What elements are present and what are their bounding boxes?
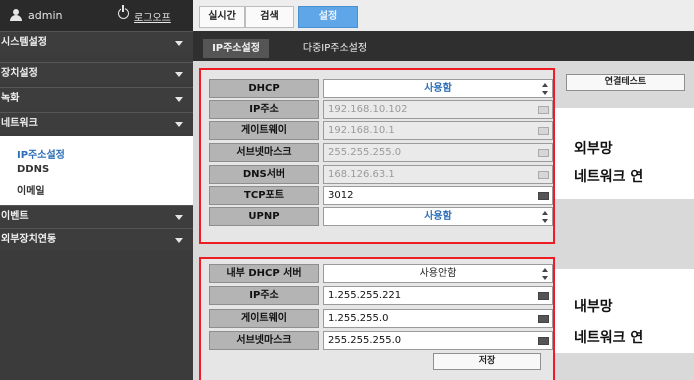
select-value: 사용함 (424, 83, 452, 94)
settings-content: DHCP 사용함 IP주소 192.168.10.102 게이트웨이 192.1… (193, 61, 694, 380)
field-value: 255.255.255.0 (328, 335, 402, 346)
sidebar-item-label: 이벤트 (1, 211, 29, 222)
external-network-panel: DHCP 사용함 IP주소 192.168.10.102 게이트웨이 192.1… (199, 68, 555, 244)
sidebar-item-event[interactable]: 이벤트 (0, 205, 193, 227)
field-label: 내부 DHCP 서버 (209, 264, 319, 283)
internal-gateway-field[interactable]: 1.255.255.0 (323, 309, 553, 328)
sidebar-item-network[interactable]: 네트워크 (0, 112, 193, 134)
chevron-down-icon (175, 72, 183, 77)
keyboard-icon[interactable] (538, 149, 549, 157)
keyboard-icon[interactable] (538, 171, 549, 179)
field-label: DHCP (209, 79, 319, 98)
sub-tab-bar: IP주소설정 다중IP주소설정 (193, 31, 694, 61)
field-value: 1.255.255.0 (328, 313, 389, 324)
sidebar-item-label: 시스템설정 (1, 37, 47, 48)
power-icon[interactable] (118, 5, 129, 19)
internal-dhcp-select[interactable]: 사용안함 (323, 264, 553, 283)
submenu-email[interactable]: 이메일 (17, 182, 45, 197)
chevron-down-icon (175, 238, 183, 243)
internal-ip-field[interactable]: 1.255.255.221 (323, 286, 553, 305)
tcp-port-field[interactable]: 3012 (323, 186, 553, 205)
tab-live[interactable]: 실시간 (199, 6, 245, 28)
sidebar: admin 로그오프 시스템설정 장치설정 녹화 네트워크 IP주소설정 DDN… (0, 0, 193, 380)
keyboard-icon[interactable] (538, 292, 549, 300)
chevron-down-icon (175, 122, 183, 127)
ip-address-field[interactable]: 192.168.10.102 (323, 100, 553, 119)
field-label: IP주소 (209, 286, 319, 305)
tab-settings[interactable]: 설정 (298, 6, 358, 28)
sidebar-item-label: 외부장치연동 (1, 234, 57, 245)
sidebar-item-label: 네트워크 (1, 118, 38, 129)
spinner-arrows-icon[interactable] (542, 268, 549, 280)
field-value: 168.126.63.1 (328, 169, 395, 180)
field-label: 게이트웨이 (209, 121, 319, 140)
sidebar-item-device-settings[interactable]: 장치설정 (0, 62, 193, 84)
external-note-subtitle: 네트워크 연 (574, 169, 644, 185)
sidebar-item-label: 녹화 (1, 93, 20, 104)
top-tab-bar: 실시간 검색 설정 (193, 0, 694, 31)
keyboard-icon[interactable] (538, 106, 549, 114)
sidebar-item-external-device[interactable]: 외부장치연동 (0, 228, 193, 250)
keyboard-icon[interactable] (538, 315, 549, 323)
keyboard-icon[interactable] (538, 337, 549, 345)
keyboard-icon[interactable] (538, 192, 549, 200)
save-button[interactable]: 저장 (433, 353, 541, 370)
sidebar-item-system-settings[interactable]: 시스템설정 (0, 31, 193, 53)
internal-subnet-field[interactable]: 255.255.255.0 (323, 331, 553, 350)
subnet-mask-field[interactable]: 255.255.255.0 (323, 143, 553, 162)
user-icon (10, 9, 22, 21)
field-value: 3012 (328, 190, 354, 201)
internal-note-title: 내부망 (574, 299, 613, 315)
internal-network-panel: 내부 DHCP 서버 사용안함 IP주소 1.255.255.221 게이트웨이… (199, 257, 555, 380)
field-label: 서브넷마스크 (209, 331, 319, 350)
spinner-arrows-icon[interactable] (542, 211, 549, 223)
subtab-multi-ip-settings[interactable]: 다중IP주소설정 (295, 39, 375, 58)
submenu-ip-settings[interactable]: IP주소설정 (17, 146, 65, 161)
internal-note-subtitle: 네트워크 연 (574, 330, 644, 346)
sidebar-item-recording[interactable]: 녹화 (0, 87, 193, 109)
field-value: 192.168.10.102 (328, 104, 408, 115)
dhcp-select[interactable]: 사용함 (323, 79, 553, 98)
keyboard-icon[interactable] (538, 127, 549, 135)
gateway-field[interactable]: 192.168.10.1 (323, 121, 553, 140)
network-submenu: IP주소설정 DDNS 이메일 (0, 136, 193, 205)
field-label: DNS서버 (209, 165, 319, 184)
field-label: 서브넷마스크 (209, 143, 319, 162)
chevron-down-icon (175, 41, 183, 46)
tab-search[interactable]: 검색 (245, 6, 294, 28)
user-bar: admin 로그오프 (0, 0, 193, 31)
submenu-ddns[interactable]: DDNS (17, 164, 49, 175)
select-value: 사용안함 (419, 268, 457, 279)
spinner-arrows-icon[interactable] (542, 83, 549, 95)
field-label: IP주소 (209, 100, 319, 119)
select-value: 사용함 (424, 211, 452, 222)
logout-link[interactable]: 로그오프 (134, 9, 171, 24)
field-label: 게이트웨이 (209, 309, 319, 328)
sidebar-item-label: 장치설정 (1, 68, 38, 79)
chevron-down-icon (175, 97, 183, 102)
user-name: admin (28, 9, 63, 22)
field-value: 1.255.255.221 (328, 290, 402, 301)
field-value: 255.255.255.0 (328, 147, 402, 158)
field-value: 192.168.10.1 (328, 125, 395, 136)
field-label: TCP포트 (209, 186, 319, 205)
subtab-ip-settings[interactable]: IP주소설정 (203, 39, 269, 58)
dns-server-field[interactable]: 168.126.63.1 (323, 165, 553, 184)
field-label: UPNP (209, 207, 319, 226)
external-note-title: 외부망 (574, 141, 613, 157)
chevron-down-icon (175, 215, 183, 220)
connection-test-button[interactable]: 연결테스트 (566, 74, 685, 91)
upnp-select[interactable]: 사용함 (323, 207, 553, 226)
